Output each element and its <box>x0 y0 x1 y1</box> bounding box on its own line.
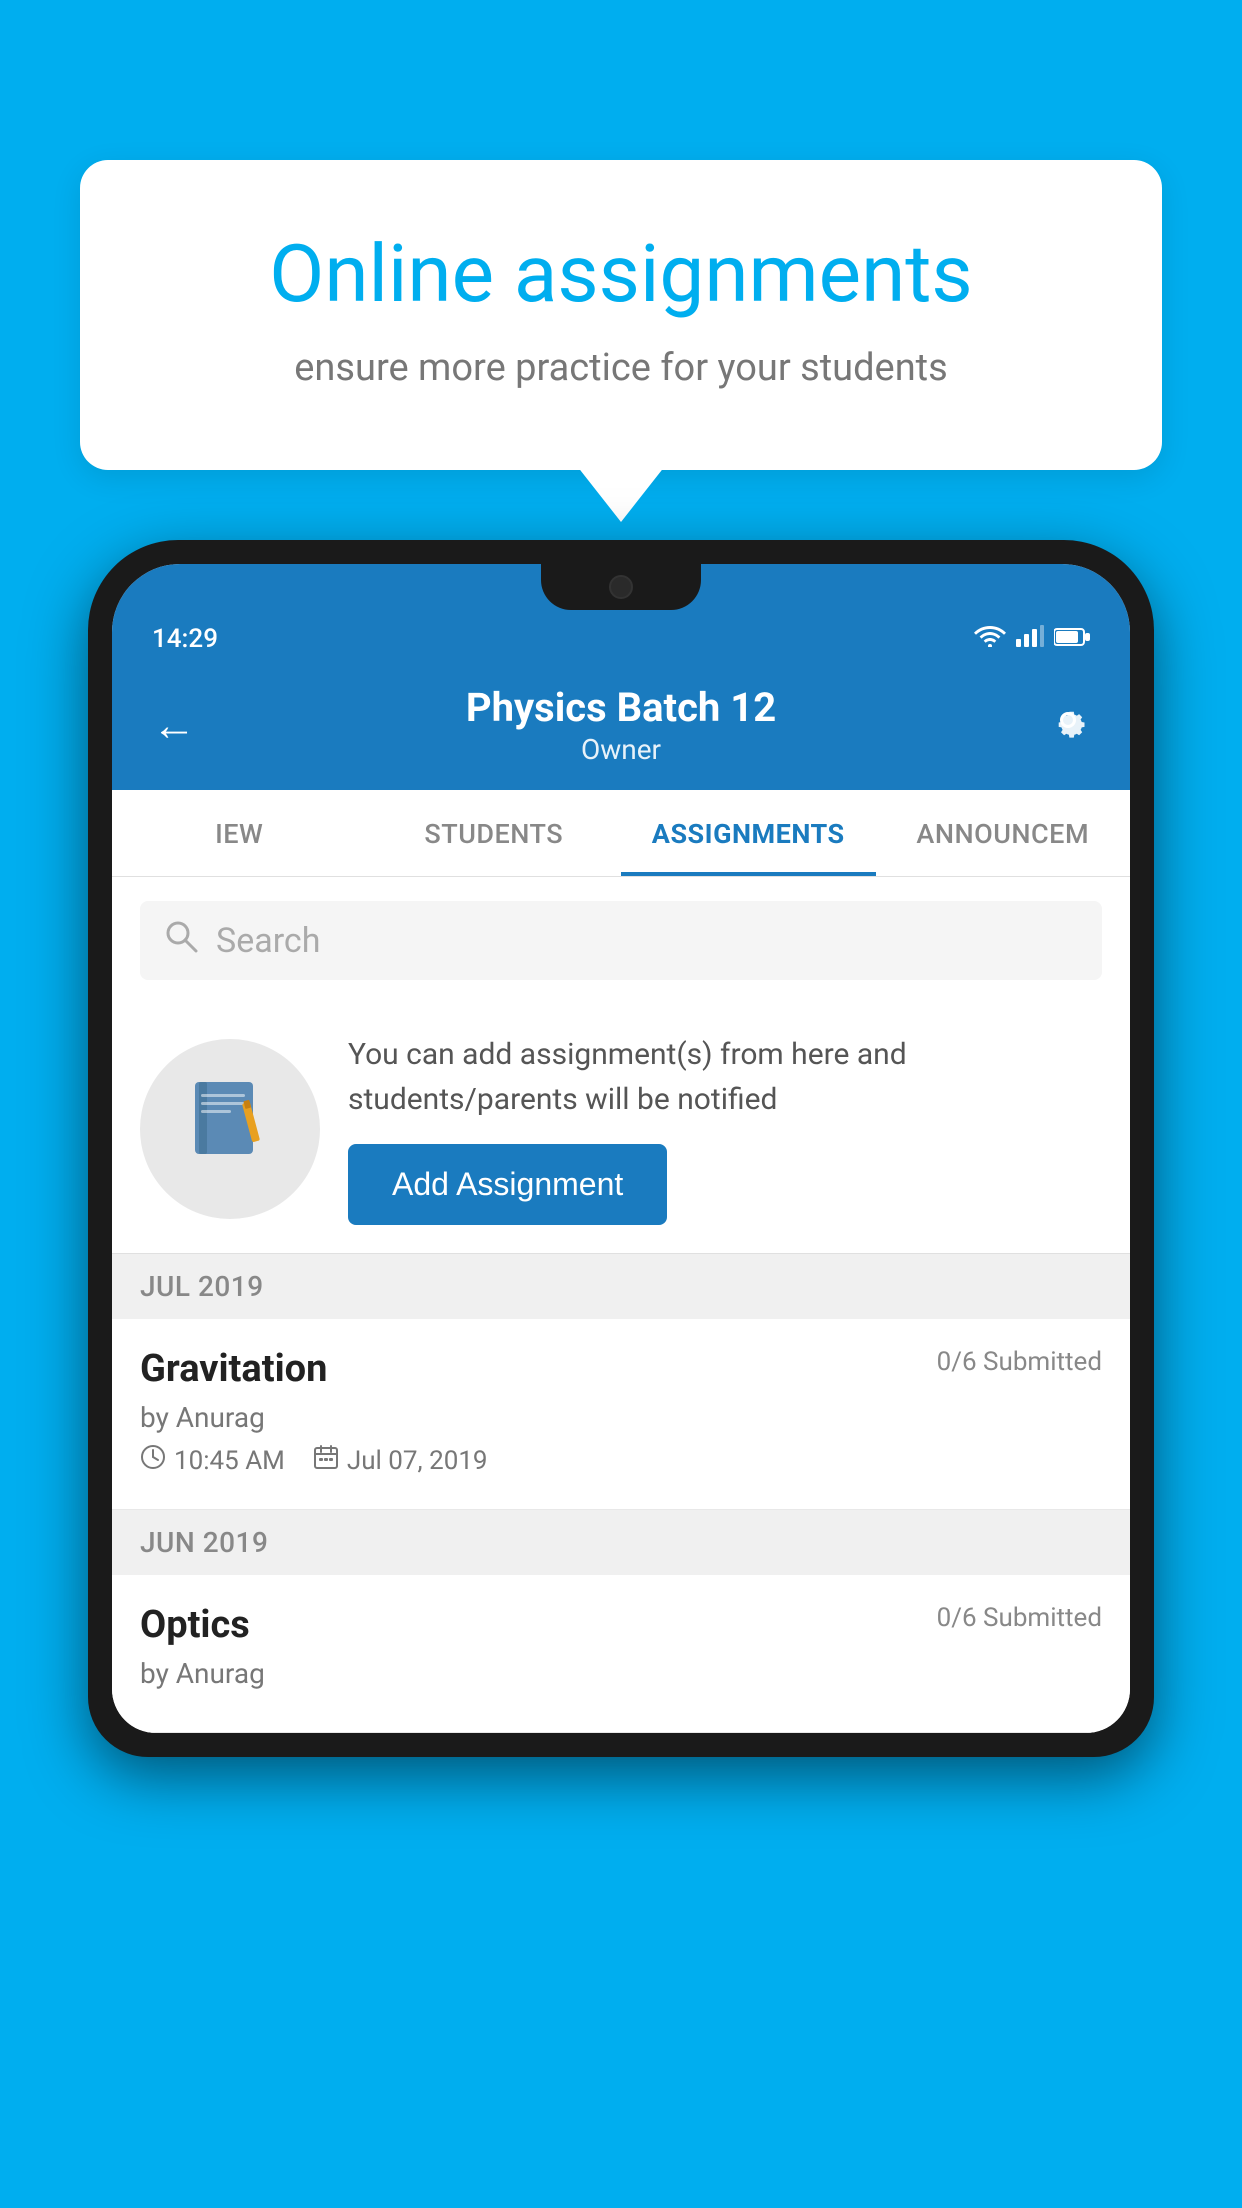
assignment-submitted-optics: 0/6 Submitted <box>937 1603 1102 1633</box>
assignment-author-optics: by Anurag <box>140 1657 1102 1690</box>
phone-screen: 14:29 <box>112 564 1130 1733</box>
back-button[interactable]: ← <box>152 699 196 751</box>
tooltip-title: Online assignments <box>160 230 1082 318</box>
header-subtitle: Owner <box>466 733 776 766</box>
section-header-jul: JUL 2019 <box>112 1254 1130 1319</box>
status-icons <box>974 624 1090 654</box>
assignment-top-row: Gravitation 0/6 Submitted <box>140 1347 1102 1391</box>
search-placeholder: Search <box>216 921 320 961</box>
assignment-top-row-optics: Optics 0/6 Submitted <box>140 1603 1102 1647</box>
header-center: Physics Batch 12 Owner <box>466 684 776 766</box>
search-icon <box>164 919 198 962</box>
app-header: ← Physics Batch 12 Owner <box>112 664 1130 790</box>
search-bar[interactable]: Search <box>140 901 1102 980</box>
battery-icon <box>1054 624 1090 654</box>
tab-announcements[interactable]: ANNOUNCEM <box>876 790 1131 876</box>
assignment-time-text-gravitation: 10:45 AM <box>174 1446 285 1476</box>
assignment-author-gravitation: by Anurag <box>140 1401 1102 1434</box>
signal-icon <box>1016 624 1044 654</box>
assignment-optics[interactable]: Optics 0/6 Submitted by Anurag <box>112 1575 1130 1733</box>
batch-title: Physics Batch 12 <box>466 684 776 731</box>
clock-icon <box>140 1444 166 1477</box>
tooltip-card: Online assignments ensure more practice … <box>80 160 1162 470</box>
tab-iew[interactable]: IEW <box>112 790 367 876</box>
settings-button[interactable] <box>1046 698 1090 753</box>
wifi-icon <box>974 624 1006 654</box>
assignment-time-gravitation: 10:45 AM <box>140 1444 285 1477</box>
assignment-date-text-gravitation: Jul 07, 2019 <box>347 1446 488 1476</box>
section-header-jun: JUN 2019 <box>112 1510 1130 1575</box>
search-section: Search <box>112 877 1130 1004</box>
promo-section: You can add assignment(s) from here and … <box>112 1004 1130 1254</box>
phone-outer: 14:29 <box>88 540 1154 1757</box>
promo-icon-circle <box>140 1039 320 1219</box>
assignment-date-gravitation: Jul 07, 2019 <box>313 1444 488 1477</box>
calendar-icon <box>313 1444 339 1477</box>
status-time: 14:29 <box>152 624 218 654</box>
tabs-bar: IEW STUDENTS ASSIGNMENTS ANNOUNCEM <box>112 790 1130 877</box>
phone-container: 14:29 <box>88 540 1154 2208</box>
assignment-name-optics: Optics <box>140 1603 250 1647</box>
tab-students[interactable]: STUDENTS <box>367 790 622 876</box>
tab-assignments[interactable]: ASSIGNMENTS <box>621 790 876 876</box>
promo-description: You can add assignment(s) from here and … <box>348 1032 1102 1122</box>
assignment-name-gravitation: Gravitation <box>140 1347 327 1391</box>
assignment-gravitation[interactable]: Gravitation 0/6 Submitted by Anurag <box>112 1319 1130 1510</box>
add-assignment-button[interactable]: Add Assignment <box>348 1144 667 1225</box>
assignment-submitted-gravitation: 0/6 Submitted <box>937 1347 1102 1377</box>
phone-notch <box>541 564 701 610</box>
promo-text-area: You can add assignment(s) from here and … <box>348 1032 1102 1225</box>
phone-camera <box>609 575 633 599</box>
assignment-meta-gravitation: 10:45 AM <box>140 1444 1102 1477</box>
notebook-icon <box>185 1074 275 1184</box>
tooltip-subtitle: ensure more practice for your students <box>160 346 1082 390</box>
